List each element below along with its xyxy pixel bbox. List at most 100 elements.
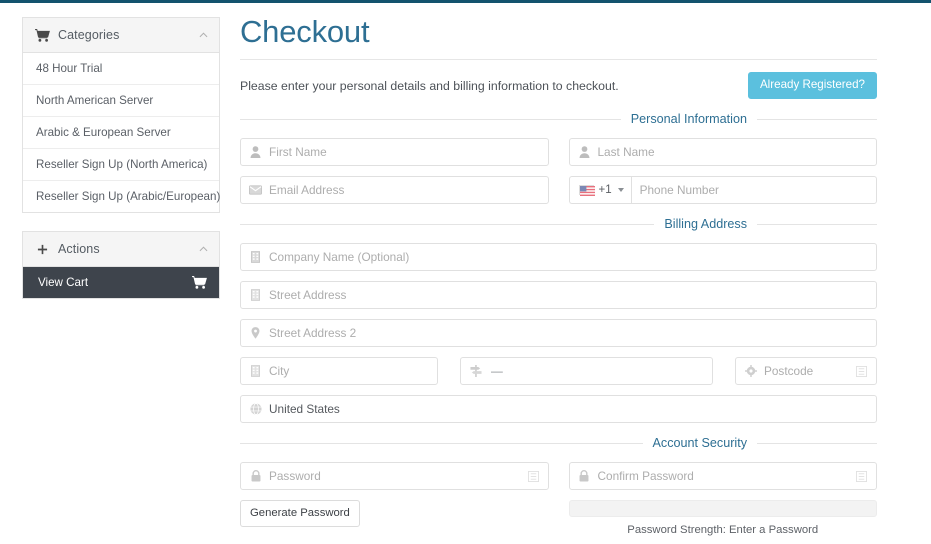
box-glyph-icon [855, 470, 868, 483]
page-title: Checkout [240, 14, 370, 49]
chevron-up-icon[interactable] [199, 245, 208, 254]
title-divider [240, 59, 877, 60]
password-row: Password Confirm Password [240, 462, 877, 490]
section-account-security: Account Security [240, 436, 877, 450]
confirm-password-placeholder: Confirm Password [597, 469, 694, 483]
building-icon [249, 251, 262, 264]
chevron-up-icon[interactable] [199, 31, 208, 40]
password-placeholder: Password [269, 469, 321, 483]
street1-row: Street Address [240, 281, 877, 309]
country-row: United States [240, 395, 877, 423]
actions-panel-header[interactable]: Actions [23, 232, 219, 267]
company-row: Company Name (Optional) [240, 243, 877, 271]
building-icon [249, 365, 262, 378]
cart-icon [192, 276, 207, 290]
street-address-field[interactable]: Street Address [240, 281, 877, 309]
categories-panel-title: Categories [58, 28, 120, 42]
already-registered-button[interactable]: Already Registered? [747, 72, 877, 99]
plus-icon [35, 242, 50, 256]
generate-password-container: Generate Password [240, 500, 549, 527]
page-container: Categories 48 Hour Trial North American … [0, 3, 931, 536]
intro-text: Please enter your personal details and b… [240, 78, 619, 93]
globe-icon [249, 403, 262, 416]
state-select[interactable]: — [460, 357, 713, 385]
lock-icon [249, 470, 262, 483]
city-state-postcode-row: City — Postcode [240, 357, 877, 385]
last-name-placeholder: Last Name [597, 145, 655, 159]
divider-line [757, 223, 877, 225]
street-address-2-field[interactable]: Street Address 2 [240, 319, 877, 347]
city-field[interactable]: City [240, 357, 438, 385]
name-row: First Name Last Name [240, 138, 877, 166]
street-address-2-placeholder: Street Address 2 [269, 326, 357, 340]
view-cart-button[interactable]: View Cart [23, 267, 219, 298]
postcode-field[interactable]: Postcode [735, 357, 877, 385]
cart-icon [35, 28, 50, 42]
company-name-field[interactable]: Company Name (Optional) [240, 243, 877, 271]
first-name-placeholder: First Name [269, 145, 327, 159]
phone-number-field[interactable]: Phone Number [630, 176, 877, 204]
password-field[interactable]: Password [240, 462, 549, 490]
password-tools-row: Generate Password Password Strength: Ent… [240, 500, 877, 536]
company-name-placeholder: Company Name (Optional) [269, 250, 410, 264]
categories-list: 48 Hour Trial North American Server Arab… [23, 53, 220, 212]
divider-line [240, 118, 621, 120]
lock-icon [578, 470, 591, 483]
sidebar: Categories 48 Hour Trial North American … [22, 17, 220, 317]
postcode-placeholder: Postcode [764, 364, 814, 378]
country-value: United States [269, 402, 340, 416]
view-cart-label: View Cart [38, 276, 89, 289]
section-personal-information: Personal Information [240, 112, 877, 126]
actions-panel: Actions View Cart [22, 231, 220, 299]
sidebar-item-48-hour-trial[interactable]: 48 Hour Trial [23, 53, 219, 85]
divider-line [757, 118, 877, 120]
password-strength-container: Password Strength: Enter a Password [568, 500, 877, 536]
phone-country-code: +1 [598, 184, 612, 196]
state-value: — [491, 364, 503, 378]
categories-panel: Categories 48 Hour Trial North American … [22, 17, 220, 213]
actions-panel-title: Actions [58, 242, 100, 256]
street2-row: Street Address 2 [240, 319, 877, 347]
city-placeholder: City [269, 364, 290, 378]
password-strength-text: Password Strength: Enter a Password [627, 524, 819, 536]
user-icon [578, 146, 591, 159]
last-name-field[interactable]: Last Name [568, 138, 877, 166]
generate-password-button[interactable]: Generate Password [240, 500, 360, 527]
building-icon [249, 289, 262, 302]
section-label: Account Security [652, 436, 748, 450]
map-pin-icon [249, 327, 262, 340]
user-icon [249, 146, 262, 159]
phone-country-selector[interactable]: +1 [568, 176, 631, 204]
password-strength-bar [568, 500, 877, 517]
section-label: Personal Information [630, 112, 747, 126]
divider-line [757, 442, 877, 444]
email-field[interactable]: Email Address [240, 176, 549, 204]
categories-panel-header[interactable]: Categories [23, 18, 219, 53]
gear-icon [744, 365, 757, 378]
street-address-placeholder: Street Address [269, 288, 347, 302]
confirm-password-field[interactable]: Confirm Password [568, 462, 877, 490]
phone-field-group: +1 Phone Number [568, 176, 877, 204]
divider-line [240, 442, 643, 444]
envelope-icon [249, 184, 262, 197]
us-flag-icon [578, 185, 595, 196]
intro-row: Please enter your personal details and b… [240, 72, 877, 99]
country-select[interactable]: United States [240, 395, 877, 423]
box-glyph-icon [527, 470, 540, 483]
email-placeholder: Email Address [269, 183, 345, 197]
section-billing-address: Billing Address [240, 217, 877, 231]
phone-placeholder: Phone Number [639, 183, 719, 197]
sidebar-item-reseller-arabic-european[interactable]: Reseller Sign Up (Arabic/European) [23, 181, 220, 212]
sidebar-item-arabic-european-server[interactable]: Arabic & European Server [23, 117, 219, 149]
section-label: Billing Address [664, 217, 747, 231]
sidebar-item-reseller-north-america[interactable]: Reseller Sign Up (North America) [23, 149, 219, 181]
divider-line [240, 223, 655, 225]
main-content: Checkout Please enter your personal deta… [240, 14, 877, 536]
sidebar-item-north-american-server[interactable]: North American Server [23, 85, 219, 117]
first-name-field[interactable]: First Name [240, 138, 549, 166]
